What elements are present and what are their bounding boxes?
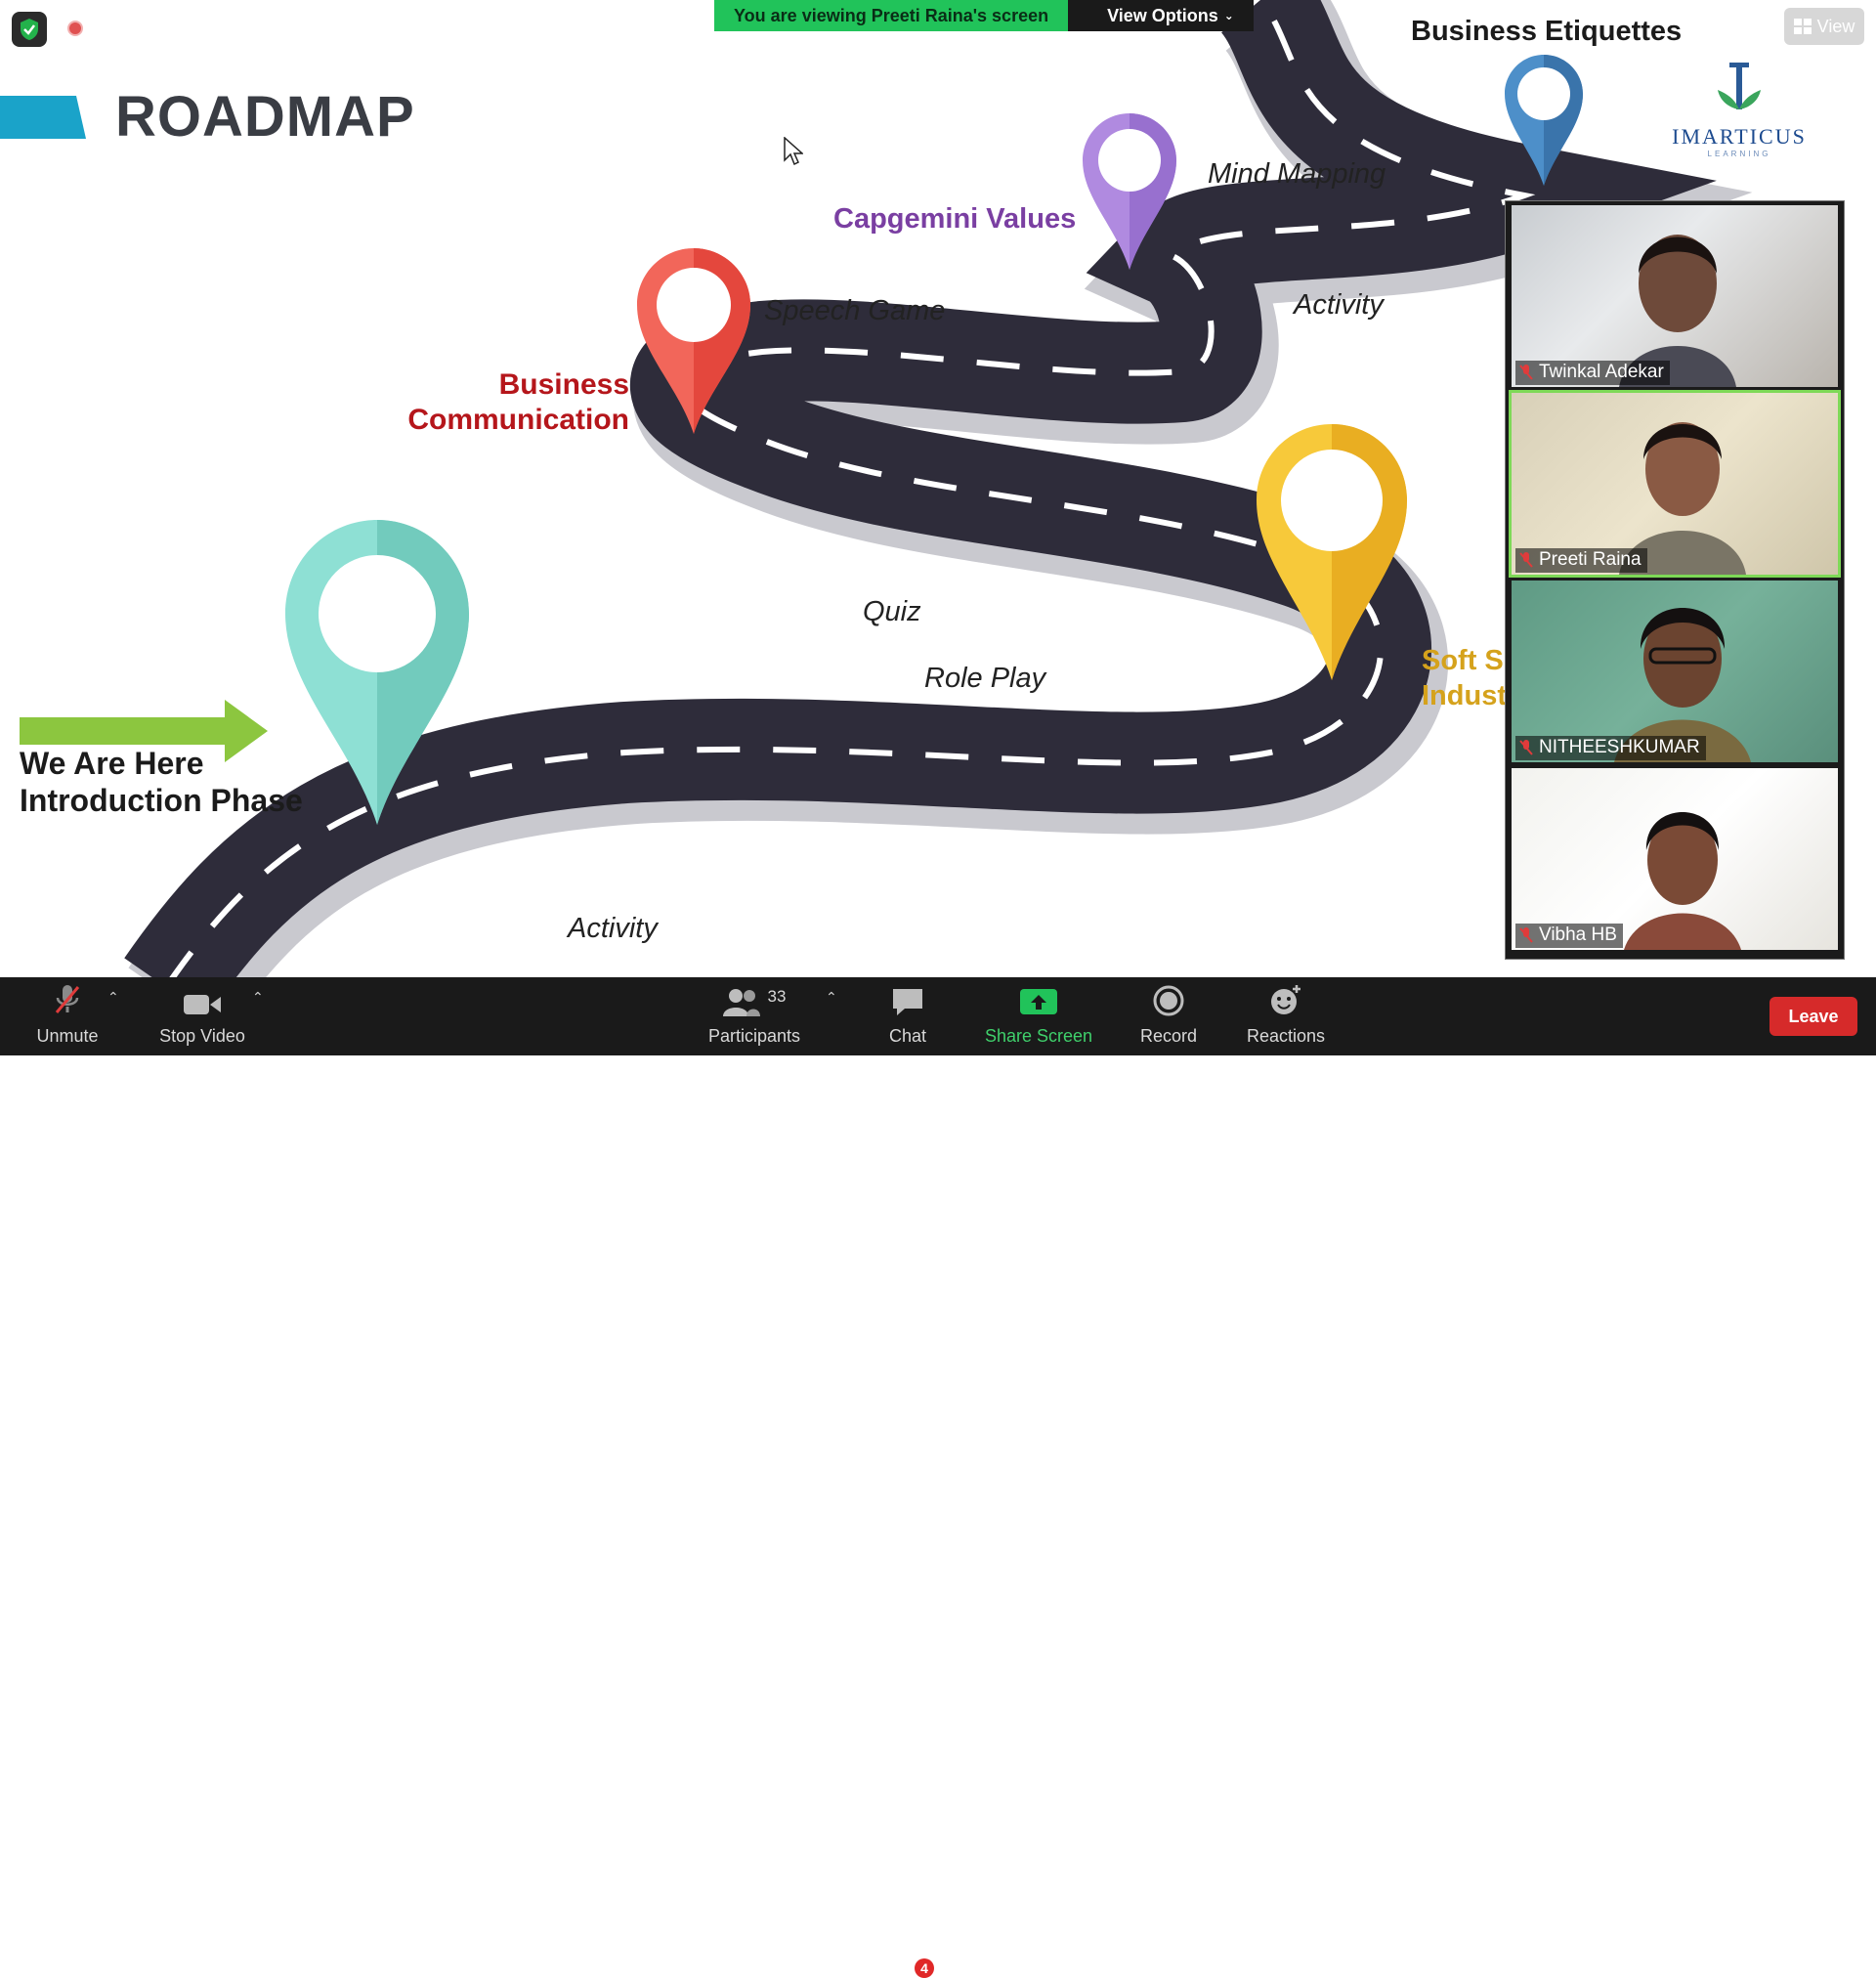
title-accent-bar bbox=[0, 96, 86, 139]
participant-name: Vibha HB bbox=[1539, 924, 1617, 945]
share-screen-button[interactable]: Share Screen bbox=[979, 977, 1098, 1055]
stop-soft-skills: Soft S Indust bbox=[1422, 643, 1507, 713]
activity-quiz: Quiz bbox=[863, 596, 921, 627]
share-screen-icon bbox=[1020, 989, 1057, 1014]
we-are-here-label: We Are Here Introduction Phase bbox=[20, 745, 303, 819]
video-tile[interactable]: Twinkal Adekar bbox=[1512, 205, 1838, 387]
stop-soft-skills-line2: Indust bbox=[1422, 680, 1507, 711]
unmute-button[interactable]: Unmute bbox=[27, 977, 107, 1055]
participants-options-caret-icon[interactable]: ⌃ bbox=[826, 989, 837, 1006]
view-options-button[interactable]: View Options ⌄ bbox=[1068, 0, 1254, 31]
reactions-label: Reactions bbox=[1246, 1026, 1326, 1046]
leaf-logo-icon bbox=[1718, 63, 1761, 109]
meeting-toolbar: Unmute ⌃ Stop Video ⌃ 33 Participants ⌃ … bbox=[0, 977, 1876, 1978]
video-tile[interactable]: NITHEESHKUMAR bbox=[1512, 580, 1838, 762]
stop-video-label: Stop Video bbox=[159, 1026, 245, 1046]
participants-button[interactable]: 33 Participants bbox=[704, 977, 805, 1055]
imarticus-logo: IMARTICUS LEARNING bbox=[1661, 61, 1817, 188]
security-shield-icon[interactable] bbox=[12, 12, 47, 47]
participant-gallery: Twinkal Adekar Preeti Raina NITHEESHKUMA… bbox=[1505, 200, 1845, 960]
view-options-label: View Options bbox=[1107, 6, 1218, 25]
we-are-here-line2: Introduction Phase bbox=[20, 783, 303, 818]
mic-muted-icon bbox=[1519, 927, 1533, 943]
chat-unread-badge: 4 bbox=[915, 1958, 934, 1978]
video-options-caret-icon[interactable]: ⌃ bbox=[252, 989, 264, 1006]
we-are-here-line1: We Are Here bbox=[20, 746, 204, 781]
participants-icon bbox=[722, 989, 760, 1016]
logo-brand-text: IMARTICUS bbox=[1672, 124, 1807, 149]
teal-pin-icon bbox=[285, 520, 469, 825]
activity-bottom: Activity bbox=[568, 913, 658, 944]
video-tile-active-speaker[interactable]: Preeti Raina bbox=[1509, 390, 1841, 578]
activity-top: Activity bbox=[1294, 289, 1384, 321]
stop-video-button[interactable]: Stop Video bbox=[152, 977, 252, 1055]
mouse-cursor-icon bbox=[784, 137, 803, 166]
stop-capgemini-values: Capgemini Values bbox=[833, 203, 1077, 235]
recording-indicator-icon bbox=[67, 21, 83, 36]
slide-title: ROADMAP bbox=[115, 85, 415, 149]
reactions-button[interactable]: Reactions bbox=[1245, 977, 1327, 1055]
stop-business-communication: Business Communication bbox=[371, 367, 629, 438]
activity-role-play: Role Play bbox=[924, 663, 1046, 694]
share-screen-label: Share Screen bbox=[984, 1026, 1093, 1046]
participants-label: Participants bbox=[707, 1026, 801, 1046]
chat-button[interactable]: Chat bbox=[879, 977, 936, 1055]
participant-name: Twinkal Adekar bbox=[1539, 362, 1664, 382]
grid-view-icon bbox=[1793, 19, 1812, 34]
participants-count: 33 bbox=[767, 987, 787, 1006]
video-camera-icon bbox=[184, 995, 221, 1014]
reactions-smiley-icon bbox=[1271, 985, 1300, 1014]
view-label: View bbox=[1816, 16, 1855, 36]
participant-silhouette-icon bbox=[1624, 812, 1741, 950]
view-button[interactable]: View bbox=[1784, 8, 1864, 45]
chevron-down-icon: ⌄ bbox=[1223, 9, 1234, 22]
red-pin-icon bbox=[637, 248, 750, 434]
chat-bubble-icon bbox=[893, 989, 922, 1015]
logo-sub-text: LEARNING bbox=[1707, 150, 1771, 158]
yellow-pin-icon bbox=[1257, 424, 1407, 680]
activity-mind-mapping: Mind Mapping bbox=[1208, 158, 1386, 190]
mic-muted-icon bbox=[1519, 365, 1533, 380]
stop-business-etiquettes: Business Etiquettes bbox=[1411, 16, 1683, 47]
mic-muted-icon bbox=[1519, 552, 1533, 568]
participant-name: Preeti Raina bbox=[1539, 549, 1642, 570]
mic-muted-icon bbox=[55, 985, 80, 1013]
audio-options-caret-icon[interactable]: ⌃ bbox=[107, 989, 119, 1006]
stop-soft-skills-line1: Soft S bbox=[1422, 645, 1504, 676]
video-tile[interactable]: Vibha HB bbox=[1512, 768, 1838, 950]
record-label: Record bbox=[1139, 1026, 1198, 1046]
record-icon bbox=[1153, 985, 1184, 1016]
activity-speech-game: Speech Game bbox=[764, 295, 946, 326]
blue-pin-icon bbox=[1505, 55, 1583, 186]
stop-business-communication-line2: Communication bbox=[407, 404, 629, 436]
leave-button[interactable]: Leave bbox=[1769, 997, 1857, 1036]
participant-name: NITHEESHKUMAR bbox=[1539, 737, 1700, 757]
stop-business-communication-line1: Business bbox=[498, 368, 629, 401]
unmute-label: Unmute bbox=[36, 1026, 99, 1046]
record-button[interactable]: Record bbox=[1130, 977, 1208, 1055]
mic-muted-icon bbox=[1519, 740, 1533, 755]
viewing-screen-text: You are viewing Preeti Raina's screen bbox=[714, 0, 1069, 31]
chat-label: Chat bbox=[888, 1026, 927, 1046]
screen-share-banner: You are viewing Preeti Raina's screen Vi… bbox=[714, 0, 1254, 31]
purple-pin-icon bbox=[1083, 113, 1176, 270]
